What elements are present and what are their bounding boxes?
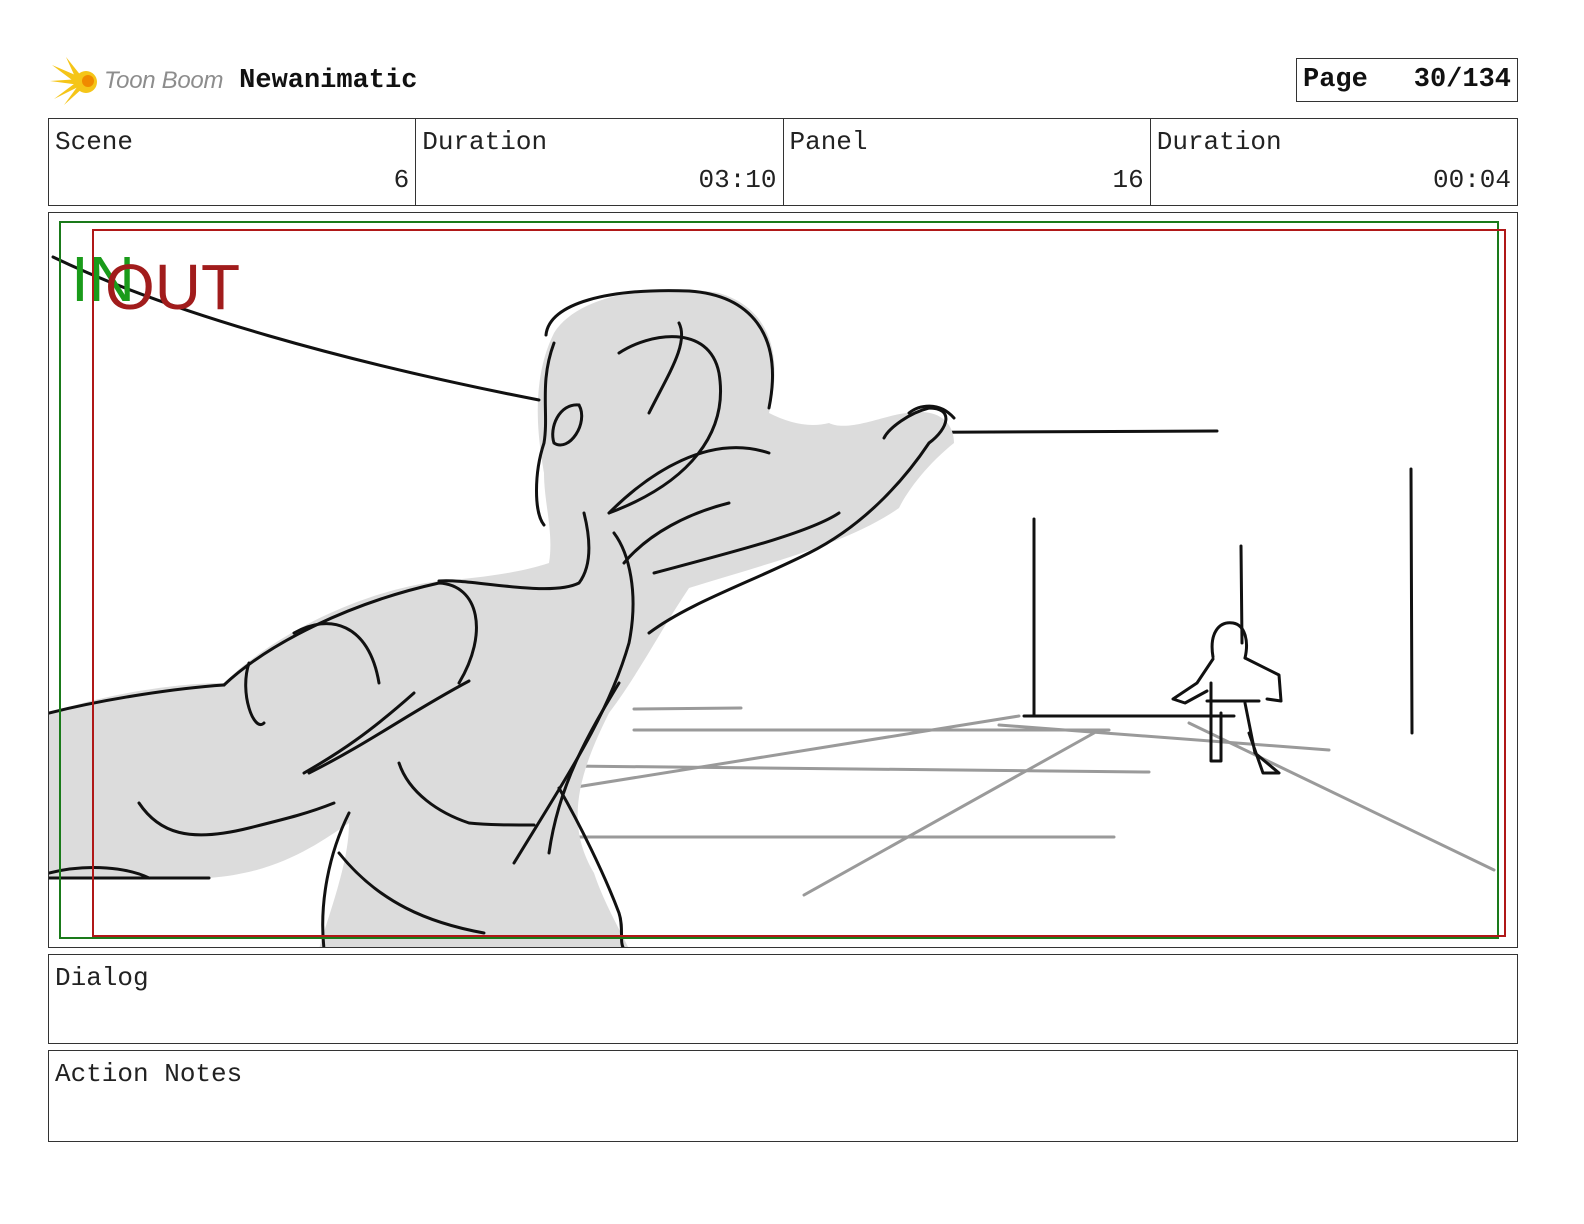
floor-lines <box>562 706 1496 897</box>
scene-duration-value: 03:10 <box>698 165 777 195</box>
scene-info-table: Scene 6 Duration 03:10 Panel 16 Duration… <box>48 118 1518 206</box>
panel-value: 16 <box>1112 165 1144 195</box>
scene-duration-cell: Duration 03:10 <box>416 119 784 205</box>
scene-cell: Scene 6 <box>49 119 417 205</box>
action-notes-label: Action Notes <box>55 1059 243 1089</box>
distant-figure <box>1171 621 1283 775</box>
starburst-icon <box>50 57 97 105</box>
foreground-figure <box>49 289 954 947</box>
logo-text: Toon Boom <box>104 67 224 94</box>
storyboard-panel: IN OUT <box>48 212 1518 948</box>
header: Toon Boom Newanimatic <box>50 52 417 110</box>
dialog-box[interactable]: Dialog <box>48 954 1518 1044</box>
panel-label: Panel <box>789 127 868 157</box>
panel-sketch: IN OUT <box>49 221 1506 947</box>
dialog-label: Dialog <box>55 963 149 993</box>
page-label: Page <box>1303 65 1368 95</box>
page-number: 30/134 <box>1413 65 1511 95</box>
panel-duration-label: Duration <box>1156 127 1282 157</box>
toon-boom-logo: Toon Boom <box>50 55 223 107</box>
scene-value: 6 <box>393 165 410 195</box>
project-title: Newanimatic <box>239 66 418 96</box>
scene-label: Scene <box>55 127 134 157</box>
panel-duration-value: 00:04 <box>1432 165 1511 195</box>
action-notes-box[interactable]: Action Notes <box>48 1050 1518 1142</box>
scene-duration-label: Duration <box>422 127 548 157</box>
out-label: OUT <box>105 251 240 323</box>
page-indicator: Page 30/134 <box>1296 58 1518 102</box>
panel-cell: Panel 16 <box>784 119 1151 205</box>
panel-duration-cell: Duration 00:04 <box>1151 119 1517 205</box>
